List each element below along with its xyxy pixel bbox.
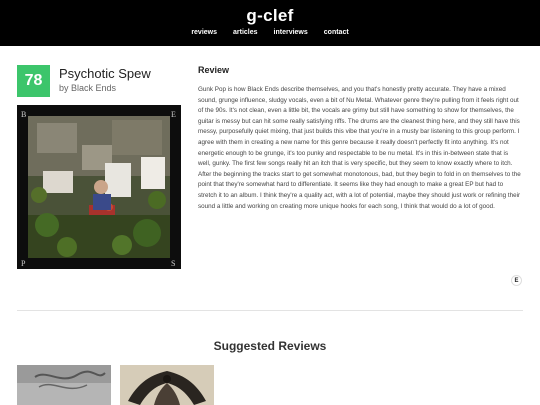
cover-letter-bl: P — [21, 259, 26, 268]
album-cover-thumbnail-symmetric — [120, 365, 214, 405]
suggested-reviews-heading: Suggested Reviews — [213, 339, 327, 353]
rating-letter-badge[interactable]: E — [511, 275, 522, 286]
album-title: Psychotic Spew — [59, 66, 151, 81]
album-cover: B E P S — [17, 105, 181, 269]
album-cover-art: B E P S — [17, 105, 181, 269]
review-text: Gunk Pop is how Black Ends describe them… — [198, 86, 521, 210]
cover-letter-br: S — [171, 259, 175, 268]
suggested-review-thumbnail[interactable] — [120, 365, 214, 405]
nav-articles[interactable]: articles — [233, 29, 258, 36]
main-nav: reviews articles interviews contact — [0, 29, 540, 36]
album-cover-thumbnail-gray — [17, 365, 111, 405]
cover-letter-tr: E — [171, 110, 176, 119]
cover-letter-tl: B — [21, 110, 26, 119]
site-logo[interactable]: g-clef — [0, 6, 540, 26]
album-artist[interactable]: by Black Ends — [59, 83, 116, 93]
nav-reviews[interactable]: reviews — [191, 29, 217, 36]
section-divider — [17, 310, 523, 311]
suggested-review-thumbnail[interactable] — [17, 365, 111, 405]
score-badge: 78 — [17, 65, 50, 97]
site-header: g-clef reviews articles interviews conta… — [0, 0, 540, 46]
nav-contact[interactable]: contact — [324, 29, 349, 36]
review-heading: Review — [198, 65, 230, 75]
nav-interviews[interactable]: interviews — [274, 29, 308, 36]
